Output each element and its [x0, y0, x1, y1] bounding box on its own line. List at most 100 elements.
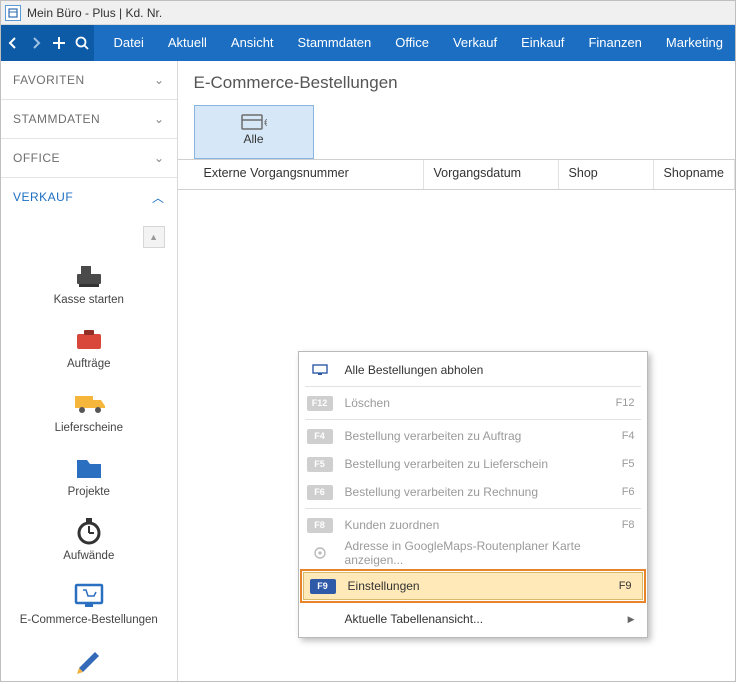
sidebar-item-more[interactable]	[1, 636, 177, 678]
nav-controls	[1, 25, 94, 61]
filter-row: € Alle	[178, 105, 735, 160]
sidebar-group-label: OFFICE	[13, 151, 60, 165]
sidebar-item-aufwaende[interactable]: Aufwände	[1, 508, 177, 572]
ecommerce-icon	[71, 580, 107, 610]
card-euro-icon: €	[241, 112, 267, 132]
ctx-tabellenansicht[interactable]: Aktuelle Tabellenansicht... ▶	[299, 605, 647, 633]
key-badge: F9	[310, 579, 336, 594]
ctx-kunden-zuordnen: F8 Kunden zuordnen F8	[299, 511, 647, 539]
sidebar-group-label: STAMMDATEN	[13, 112, 100, 126]
ctx-label: Aktuelle Tabellenansicht...	[345, 612, 628, 626]
ctx-label: Löschen	[345, 396, 616, 410]
ctx-verarbeiten-auftrag: F4 Bestellung verarbeiten zu Auftrag F4	[299, 422, 647, 450]
table-header: Externe Vorgangsnummer Vorgangsdatum Sho…	[178, 160, 735, 190]
sidebar-group-office[interactable]: OFFICE ⌄	[1, 139, 177, 177]
menu-ansicht[interactable]: Ansicht	[219, 25, 286, 61]
key-badge: F12	[307, 396, 333, 411]
sidebar-item-label: E-Commerce-Bestellungen	[20, 614, 158, 626]
ctx-loeschen: F12 Löschen F12	[299, 389, 647, 417]
ctx-shortcut: F5	[622, 458, 635, 470]
main-menu: Datei Aktuell Ansicht Stammdaten Office …	[94, 25, 735, 61]
submenu-arrow-icon: ▶	[628, 614, 635, 625]
filter-alle-button[interactable]: € Alle	[194, 105, 314, 159]
ctx-alle-abholen[interactable]: Alle Bestellungen abholen	[299, 356, 647, 384]
sidebar-item-label: Projekte	[68, 486, 110, 498]
truck-icon	[71, 388, 107, 418]
chevron-down-icon: ⌄	[154, 112, 165, 126]
sidebar-group-favoriten[interactable]: FAVORITEN ⌄	[1, 61, 177, 99]
ctx-einstellungen[interactable]: F9 Einstellungen F9	[303, 572, 643, 600]
window-title: Mein Büro - Plus | Kd. Nr.	[27, 6, 162, 20]
ctx-googlemaps: Adresse in GoogleMaps-Routenplaner Karte…	[299, 539, 647, 567]
column-externe-nr[interactable]: Externe Vorgangsnummer	[194, 160, 424, 189]
app-icon	[5, 5, 21, 21]
pen-icon	[71, 644, 107, 674]
menu-finanzen[interactable]: Finanzen	[576, 25, 653, 61]
sidebar-group-verkauf[interactable]: VERKAUF ︿	[1, 178, 177, 216]
menu-stammdaten[interactable]: Stammdaten	[286, 25, 384, 61]
ctx-shortcut: F6	[622, 486, 635, 498]
page-title: E-Commerce-Bestellungen	[194, 73, 735, 93]
filter-label: Alle	[244, 132, 264, 146]
menu-office[interactable]: Office	[383, 25, 441, 61]
chevron-up-icon: ︿	[152, 189, 165, 206]
nav-back-button[interactable]	[1, 25, 24, 61]
briefcase-icon	[71, 324, 107, 354]
ctx-label: Einstellungen	[348, 579, 619, 593]
folder-icon	[71, 452, 107, 482]
menu-verkauf[interactable]: Verkauf	[441, 25, 509, 61]
separator	[305, 569, 641, 570]
blank-icon	[307, 612, 333, 627]
stopwatch-icon	[71, 516, 107, 546]
ctx-label: Adresse in GoogleMaps-Routenplaner Karte…	[345, 539, 635, 567]
menu-marketing[interactable]: Marketing	[654, 25, 735, 61]
menu-einkauf[interactable]: Einkauf	[509, 25, 576, 61]
content-area: E-Commerce-Bestellungen € Alle Externe V…	[178, 61, 735, 681]
separator	[305, 419, 641, 420]
ctx-label: Bestellung verarbeiten zu Lieferschein	[345, 457, 622, 471]
nav-add-button[interactable]	[47, 25, 70, 61]
top-toolbar: Datei Aktuell Ansicht Stammdaten Office …	[1, 25, 735, 61]
menu-datei[interactable]: Datei	[102, 25, 156, 61]
sidebar-item-label: Aufträge	[67, 358, 110, 370]
sidebar-item-ecommerce[interactable]: E-Commerce-Bestellungen	[1, 572, 177, 636]
separator	[305, 602, 641, 603]
ctx-label: Bestellung verarbeiten zu Auftrag	[345, 429, 622, 443]
sidebar-group-label: FAVORITEN	[13, 73, 85, 87]
nav-search-button[interactable]	[70, 25, 93, 61]
column-shop[interactable]: Shop	[559, 160, 654, 189]
sidebar-group-label: VERKAUF	[13, 190, 73, 204]
ctx-label: Bestellung verarbeiten zu Rechnung	[345, 485, 622, 499]
sidebar-item-label: Lieferscheine	[55, 422, 123, 434]
sidebar-item-label: Aufwände	[63, 550, 114, 562]
separator	[305, 386, 641, 387]
ctx-shortcut: F4	[622, 430, 635, 442]
sidebar: FAVORITEN ⌄ STAMMDATEN ⌄ OFFICE ⌄ VERKAU…	[1, 61, 178, 681]
cash-register-icon	[71, 260, 107, 290]
window-titlebar: Mein Büro - Plus | Kd. Nr.	[1, 1, 735, 25]
sidebar-item-label: Kasse starten	[54, 294, 124, 306]
ctx-shortcut: F8	[622, 519, 635, 531]
separator	[305, 508, 641, 509]
menu-aktuell[interactable]: Aktuell	[156, 25, 219, 61]
ctx-label: Kunden zuordnen	[345, 518, 622, 532]
ctx-label: Alle Bestellungen abholen	[345, 363, 635, 377]
column-vorgangsdatum[interactable]: Vorgangsdatum	[424, 160, 559, 189]
monitor-icon	[307, 363, 333, 378]
scroll-up-button[interactable]: ▲	[143, 226, 165, 248]
ctx-shortcut: F9	[619, 580, 632, 592]
context-menu: Alle Bestellungen abholen F12 Löschen F1…	[298, 351, 648, 638]
column-shopname[interactable]: Shopname	[654, 160, 735, 189]
ctx-verarbeiten-rechnung: F6 Bestellung verarbeiten zu Rechnung F6	[299, 478, 647, 506]
sidebar-item-lieferscheine[interactable]: Lieferscheine	[1, 380, 177, 444]
target-icon	[307, 546, 333, 561]
sidebar-item-kasse[interactable]: Kasse starten	[1, 252, 177, 316]
key-badge: F6	[307, 485, 333, 500]
sidebar-item-projekte[interactable]: Projekte	[1, 444, 177, 508]
key-badge: F8	[307, 518, 333, 533]
sidebar-group-stammdaten[interactable]: STAMMDATEN ⌄	[1, 100, 177, 138]
nav-forward-button[interactable]	[24, 25, 47, 61]
chevron-down-icon: ⌄	[154, 151, 165, 165]
sidebar-item-auftraege[interactable]: Aufträge	[1, 316, 177, 380]
svg-text:€: €	[264, 118, 267, 129]
